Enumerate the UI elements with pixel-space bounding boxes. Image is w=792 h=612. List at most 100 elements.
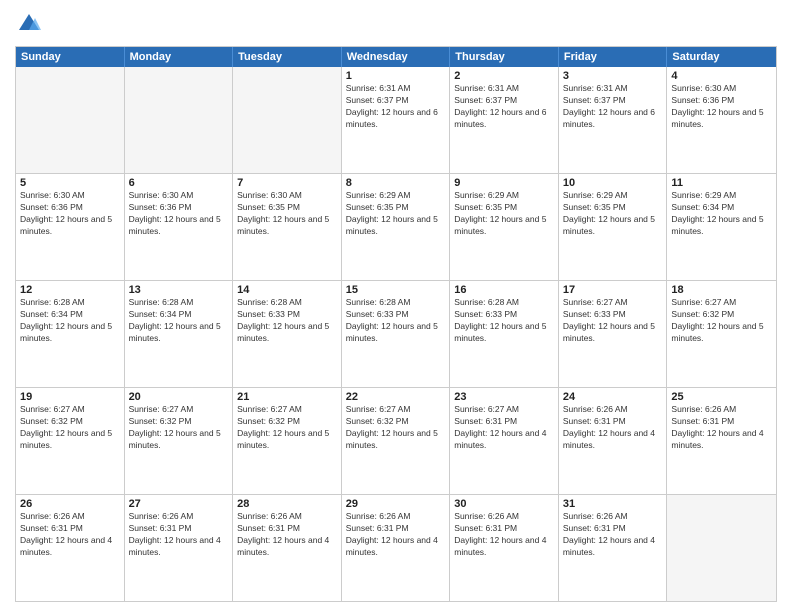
calendar-row: 26Sunrise: 6:26 AM Sunset: 6:31 PM Dayli… xyxy=(16,494,776,601)
calendar-header-day: Monday xyxy=(125,47,234,67)
calendar-cell: 17Sunrise: 6:27 AM Sunset: 6:33 PM Dayli… xyxy=(559,281,668,387)
logo-icon xyxy=(15,10,43,38)
day-number: 22 xyxy=(346,391,446,403)
calendar-cell: 29Sunrise: 6:26 AM Sunset: 6:31 PM Dayli… xyxy=(342,495,451,601)
day-info: Sunrise: 6:28 AM Sunset: 6:33 PM Dayligh… xyxy=(346,297,446,345)
calendar-cell: 16Sunrise: 6:28 AM Sunset: 6:33 PM Dayli… xyxy=(450,281,559,387)
day-number: 29 xyxy=(346,498,446,510)
day-number: 18 xyxy=(671,284,772,296)
calendar-body: 1 Sunrise: 6:31 AM Sunset: 6:37 PM Daylig… xyxy=(16,67,776,601)
calendar: SundayMondayTuesdayWednesdayThursdayFrid… xyxy=(15,46,777,602)
day-number: 12 xyxy=(20,284,120,296)
day-number: 1 xyxy=(346,70,446,82)
calendar-cell: 6Sunrise: 6:30 AM Sunset: 6:36 PM Daylig… xyxy=(125,174,234,280)
day-info: Sunrise: 6:28 AM Sunset: 6:33 PM Dayligh… xyxy=(454,297,554,345)
day-number: 6 xyxy=(129,177,229,189)
day-info: Sunrise: 6:29 AM Sunset: 6:34 PM Dayligh… xyxy=(671,190,772,238)
day-info: Sunrise: 6:29 AM Sunset: 6:35 PM Dayligh… xyxy=(346,190,446,238)
day-number: 3 xyxy=(563,70,663,82)
calendar-cell: 9Sunrise: 6:29 AM Sunset: 6:35 PM Daylig… xyxy=(450,174,559,280)
day-info: Sunrise: 6:26 AM Sunset: 6:31 PM Dayligh… xyxy=(346,511,446,559)
calendar-cell: 27Sunrise: 6:26 AM Sunset: 6:31 PM Dayli… xyxy=(125,495,234,601)
day-info: Sunrise: 6:26 AM Sunset: 6:31 PM Dayligh… xyxy=(671,404,772,452)
calendar-cell: 5Sunrise: 6:30 AM Sunset: 6:36 PM Daylig… xyxy=(16,174,125,280)
calendar-header-day: Thursday xyxy=(450,47,559,67)
day-number: 17 xyxy=(563,284,663,296)
day-info: Sunrise: 6:27 AM Sunset: 6:32 PM Dayligh… xyxy=(346,404,446,452)
day-number: 20 xyxy=(129,391,229,403)
day-info: Sunrise: 6:28 AM Sunset: 6:33 PM Dayligh… xyxy=(237,297,337,345)
calendar-header-day: Tuesday xyxy=(233,47,342,67)
day-number: 14 xyxy=(237,284,337,296)
day-number: 11 xyxy=(671,177,772,189)
calendar-cell: 30Sunrise: 6:26 AM Sunset: 6:31 PM Dayli… xyxy=(450,495,559,601)
day-number: 24 xyxy=(563,391,663,403)
day-number: 27 xyxy=(129,498,229,510)
day-info: Sunrise: 6:27 AM Sunset: 6:32 PM Dayligh… xyxy=(20,404,120,452)
calendar-cell xyxy=(125,67,234,173)
day-info: Sunrise: 6:31 AM Sunset: 6:37 PM Dayligh… xyxy=(454,83,554,131)
calendar-cell: 4Sunrise: 6:30 AM Sunset: 6:36 PM Daylig… xyxy=(667,67,776,173)
calendar-row: 5Sunrise: 6:30 AM Sunset: 6:36 PM Daylig… xyxy=(16,173,776,280)
day-number: 19 xyxy=(20,391,120,403)
calendar-cell: 23Sunrise: 6:27 AM Sunset: 6:31 PM Dayli… xyxy=(450,388,559,494)
calendar-cell: 1Sunrise: 6:31 AM Sunset: 6:37 PM Daylig… xyxy=(342,67,451,173)
day-info: Sunrise: 6:30 AM Sunset: 6:35 PM Dayligh… xyxy=(237,190,337,238)
day-number: 15 xyxy=(346,284,446,296)
day-number: 2 xyxy=(454,70,554,82)
day-info: Sunrise: 6:26 AM Sunset: 6:31 PM Dayligh… xyxy=(563,511,663,559)
calendar-header-day: Wednesday xyxy=(342,47,451,67)
calendar-cell xyxy=(16,67,125,173)
calendar-cell: 10Sunrise: 6:29 AM Sunset: 6:35 PM Dayli… xyxy=(559,174,668,280)
calendar-cell: 2Sunrise: 6:31 AM Sunset: 6:37 PM Daylig… xyxy=(450,67,559,173)
calendar-cell: 13Sunrise: 6:28 AM Sunset: 6:34 PM Dayli… xyxy=(125,281,234,387)
day-number: 9 xyxy=(454,177,554,189)
day-info: Sunrise: 6:28 AM Sunset: 6:34 PM Dayligh… xyxy=(20,297,120,345)
day-info: Sunrise: 6:29 AM Sunset: 6:35 PM Dayligh… xyxy=(563,190,663,238)
day-number: 21 xyxy=(237,391,337,403)
day-number: 23 xyxy=(454,391,554,403)
calendar-header-day: Sunday xyxy=(16,47,125,67)
calendar-cell: 22Sunrise: 6:27 AM Sunset: 6:32 PM Dayli… xyxy=(342,388,451,494)
header xyxy=(15,10,777,38)
day-info: Sunrise: 6:29 AM Sunset: 6:35 PM Dayligh… xyxy=(454,190,554,238)
calendar-cell: 15Sunrise: 6:28 AM Sunset: 6:33 PM Dayli… xyxy=(342,281,451,387)
day-info: Sunrise: 6:27 AM Sunset: 6:33 PM Dayligh… xyxy=(563,297,663,345)
day-info: Sunrise: 6:31 AM Sunset: 6:37 PM Dayligh… xyxy=(563,83,663,131)
calendar-cell: 25Sunrise: 6:26 AM Sunset: 6:31 PM Dayli… xyxy=(667,388,776,494)
day-number: 31 xyxy=(563,498,663,510)
day-number: 7 xyxy=(237,177,337,189)
calendar-cell: 18Sunrise: 6:27 AM Sunset: 6:32 PM Dayli… xyxy=(667,281,776,387)
day-number: 10 xyxy=(563,177,663,189)
day-number: 4 xyxy=(671,70,772,82)
day-info: Sunrise: 6:26 AM Sunset: 6:31 PM Dayligh… xyxy=(563,404,663,452)
day-info: Sunrise: 6:27 AM Sunset: 6:31 PM Dayligh… xyxy=(454,404,554,452)
day-number: 8 xyxy=(346,177,446,189)
calendar-row: 19Sunrise: 6:27 AM Sunset: 6:32 PM Dayli… xyxy=(16,387,776,494)
day-info: Sunrise: 6:26 AM Sunset: 6:31 PM Dayligh… xyxy=(129,511,229,559)
day-number: 5 xyxy=(20,177,120,189)
day-info: Sunrise: 6:30 AM Sunset: 6:36 PM Dayligh… xyxy=(20,190,120,238)
calendar-cell: 20Sunrise: 6:27 AM Sunset: 6:32 PM Dayli… xyxy=(125,388,234,494)
day-number: 13 xyxy=(129,284,229,296)
calendar-header: SundayMondayTuesdayWednesdayThursdayFrid… xyxy=(16,47,776,67)
day-number: 28 xyxy=(237,498,337,510)
day-number: 16 xyxy=(454,284,554,296)
calendar-cell: 21Sunrise: 6:27 AM Sunset: 6:32 PM Dayli… xyxy=(233,388,342,494)
calendar-cell: 19Sunrise: 6:27 AM Sunset: 6:32 PM Dayli… xyxy=(16,388,125,494)
calendar-cell: 7Sunrise: 6:30 AM Sunset: 6:35 PM Daylig… xyxy=(233,174,342,280)
day-info: Sunrise: 6:26 AM Sunset: 6:31 PM Dayligh… xyxy=(20,511,120,559)
calendar-cell: 12Sunrise: 6:28 AM Sunset: 6:34 PM Dayli… xyxy=(16,281,125,387)
day-info: Sunrise: 6:30 AM Sunset: 6:36 PM Dayligh… xyxy=(671,83,772,131)
calendar-cell: 31Sunrise: 6:26 AM Sunset: 6:31 PM Dayli… xyxy=(559,495,668,601)
day-info: Sunrise: 6:26 AM Sunset: 6:31 PM Dayligh… xyxy=(237,511,337,559)
day-number: 26 xyxy=(20,498,120,510)
calendar-cell xyxy=(233,67,342,173)
day-number: 25 xyxy=(671,391,772,403)
calendar-cell: 11Sunrise: 6:29 AM Sunset: 6:34 PM Dayli… xyxy=(667,174,776,280)
day-info: Sunrise: 6:28 AM Sunset: 6:34 PM Dayligh… xyxy=(129,297,229,345)
day-info: Sunrise: 6:27 AM Sunset: 6:32 PM Dayligh… xyxy=(671,297,772,345)
calendar-cell xyxy=(667,495,776,601)
day-info: Sunrise: 6:30 AM Sunset: 6:36 PM Dayligh… xyxy=(129,190,229,238)
day-number: 30 xyxy=(454,498,554,510)
